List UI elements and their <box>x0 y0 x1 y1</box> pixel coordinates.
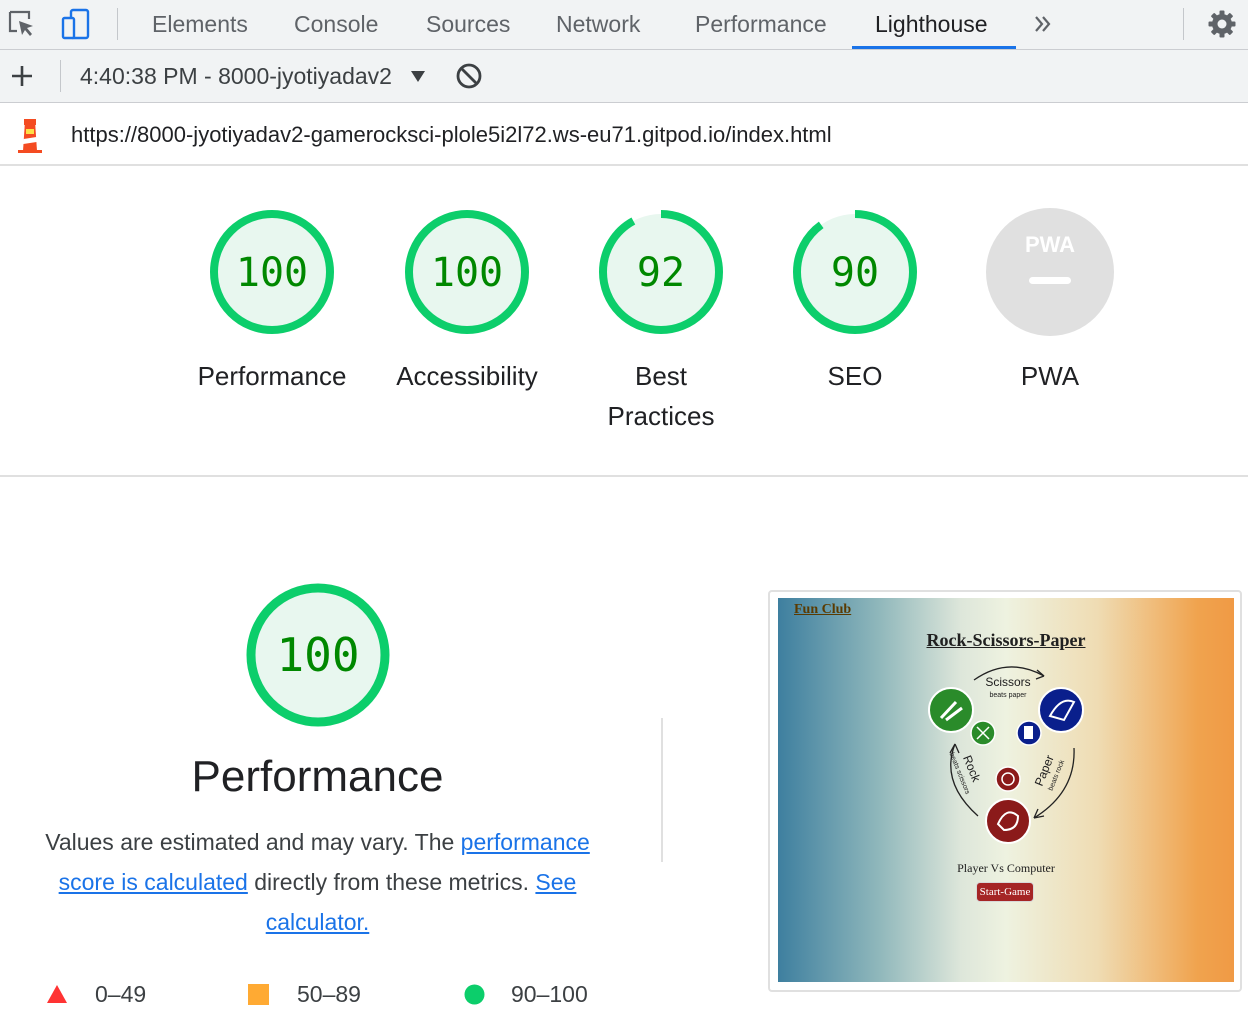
report-url[interactable]: https://8000-jyotiyadav2-gamerocksci-plo… <box>71 103 832 166</box>
description-text-1: Values are estimated and may vary. The <box>45 829 461 855</box>
category-description: Values are estimated and may vary. The p… <box>20 822 615 942</box>
tab-network[interactable]: Network <box>556 0 640 50</box>
gauge-performance[interactable]: 100 Performance <box>177 206 367 396</box>
devtools-tab-bar: Elements Console Sources Network Perform… <box>0 0 1248 50</box>
vertical-divider <box>661 718 663 862</box>
gauge-score: 90 <box>831 250 879 296</box>
settings-gear-icon[interactable] <box>1206 8 1238 40</box>
average-square-icon <box>248 983 269 1005</box>
final-screenshot: Fun Club Rock-Scissors-Paper Scissors be… <box>778 598 1234 982</box>
rock-hand-icon <box>985 798 1031 844</box>
gauge-label: Best Practices <box>607 361 715 431</box>
tab-elements[interactable]: Elements <box>152 0 248 50</box>
legend-pass: 90–100 <box>464 976 588 1012</box>
legend-fail: 0–49 <box>46 976 146 1012</box>
report-url-bar: https://8000-jyotiyadav2-gamerocksci-plo… <box>0 103 1248 166</box>
legend-fail-range: 0–49 <box>95 980 147 1007</box>
legend-average: 50–89 <box>248 976 361 1012</box>
gauge-accessibility[interactable]: 100 Accessibility <box>372 206 562 396</box>
thumb-subtitle: Player Vs Computer <box>957 861 1055 875</box>
thumb-start-game-button: Start-Game <box>976 882 1034 902</box>
pass-circle-icon <box>464 984 485 1004</box>
tab-lighthouse[interactable]: Lighthouse <box>875 0 988 50</box>
main-score: 100 <box>276 628 359 682</box>
lighthouse-icon <box>14 117 46 158</box>
active-tab-indicator <box>852 46 1016 49</box>
gauge-score: 92 <box>637 250 685 296</box>
gauge-score: 100 <box>236 250 308 296</box>
gauge-label: SEO <box>827 361 883 391</box>
gauge-label: Accessibility <box>396 361 538 391</box>
gauge-ring: 92 <box>599 210 723 334</box>
gauge-pwa[interactable]: PWA PWA <box>955 206 1145 396</box>
toolbar2-separator <box>60 60 61 92</box>
gauge-ring: 100 <box>210 210 334 334</box>
rock-small-icon <box>995 766 1021 792</box>
section-divider <box>0 475 1248 477</box>
category-title: Performance <box>191 752 444 801</box>
pwa-badge-text: PWA <box>1025 232 1075 257</box>
gauge-ring: 90 <box>793 210 917 334</box>
tab-console[interactable]: Console <box>294 0 378 50</box>
rock-paper-scissors-diagram: Scissors beats paper Rock beats scissors… <box>928 666 1084 844</box>
clear-icon[interactable] <box>453 60 485 92</box>
legend-pass-range: 90–100 <box>511 980 588 1007</box>
gauge-score: 100 <box>431 250 503 296</box>
inspect-element-icon[interactable] <box>6 8 38 40</box>
lighthouse-toolbar: 4:40:38 PM - 8000-jyotiyadav2 <box>0 50 1248 103</box>
report-selector[interactable]: 4:40:38 PM - 8000-jyotiyadav2 <box>80 50 392 103</box>
scissors-label: Scissors <box>985 675 1030 689</box>
paper-hand-icon <box>1038 687 1084 733</box>
toolbar-separator <box>117 8 118 40</box>
scissors-sublabel: beats paper <box>990 692 1028 699</box>
more-tabs-icon[interactable] <box>1027 8 1059 40</box>
gauge-label: PWA <box>1020 361 1080 391</box>
toolbar-separator-right <box>1183 8 1184 40</box>
gauge-best-practices[interactable]: 92 Best Practices <box>566 206 756 436</box>
add-icon[interactable] <box>6 60 38 92</box>
main-performance-gauge: 100 <box>244 581 392 734</box>
pwa-badge-icon: PWA <box>986 208 1114 336</box>
dropdown-arrow-icon[interactable] <box>402 60 434 92</box>
fail-triangle-icon <box>47 985 67 1003</box>
scissors-hand-icon <box>928 687 974 733</box>
device-toolbar-icon[interactable] <box>60 8 92 40</box>
gauge-label: Performance <box>197 361 347 391</box>
tab-performance[interactable]: Performance <box>695 0 827 50</box>
tab-sources[interactable]: Sources <box>426 0 510 50</box>
gauge-seo[interactable]: 90 SEO <box>760 206 950 396</box>
gauge-ring: 100 <box>405 210 529 334</box>
legend-average-range: 50–89 <box>297 980 361 1007</box>
description-text-2: directly from these metrics. <box>247 869 536 895</box>
